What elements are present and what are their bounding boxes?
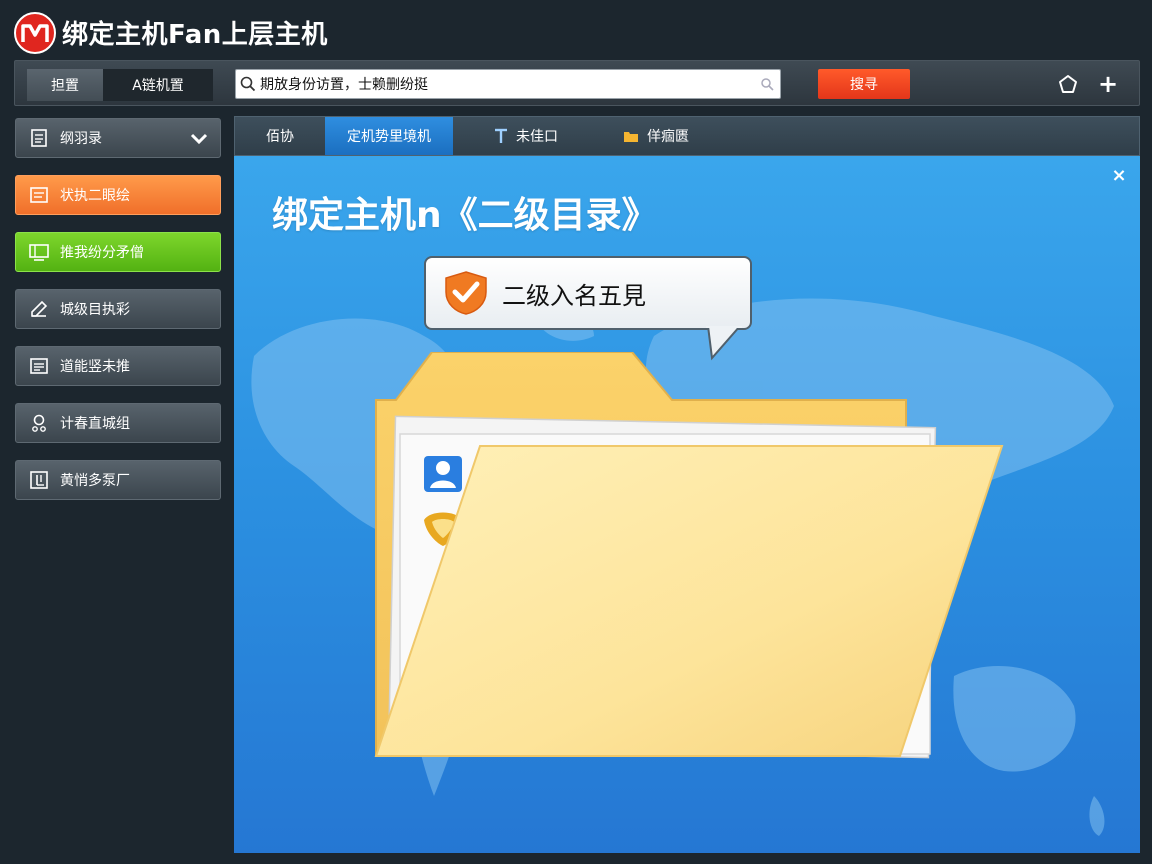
toolbar-tab-1[interactable]: 担置 (27, 69, 103, 101)
sidebar-item-3[interactable]: 推我纷分矛僧 (15, 232, 221, 272)
sidebar-item-label: 状执二眼绘 (60, 188, 130, 204)
toolbar: 担置 A链机置 搜寻 + (14, 60, 1140, 106)
sidebar-item-2[interactable]: 状执二眼绘 (15, 175, 221, 215)
grid-box-icon (28, 469, 50, 491)
tab-label: 定机势里境机 (347, 129, 431, 145)
tab-3[interactable]: 未佳口 (471, 117, 581, 155)
tab-4[interactable]: 佯痼匮 (601, 117, 711, 155)
sidebar-item-label: 纲羽录 (60, 131, 102, 147)
tab-label: 佯痼匮 (647, 129, 689, 145)
text-t-icon (494, 128, 508, 144)
chevron-down-icon[interactable] (190, 129, 208, 151)
tab-label: 佰协 (266, 129, 294, 145)
add-icon[interactable]: + (1095, 70, 1121, 98)
list-box-icon (28, 355, 50, 377)
close-icon[interactable]: × (1108, 164, 1130, 186)
home-icon[interactable] (1055, 71, 1081, 97)
tooltip-bubble: 二级入名五見 (424, 256, 752, 330)
pen-icon (28, 298, 50, 320)
sidebar-item-5[interactable]: 道能竖未推 (15, 346, 221, 386)
search-clear-icon[interactable] (754, 77, 780, 91)
user-icon (424, 456, 462, 492)
bubble-text: 二级入名五見 (502, 281, 646, 310)
folder-small-icon (623, 129, 639, 143)
tab-label: 未佳口 (516, 129, 558, 145)
folder-illustration (374, 352, 1004, 759)
document-icon (28, 127, 50, 149)
app-header: 绑定主机Fan上层主机 (0, 0, 1152, 58)
sidebar-item-label: 黄悄多泵厂 (60, 473, 130, 489)
sidebar-item-label: 计春直城组 (60, 416, 130, 432)
sidebar-item-label: 城级目执彩 (60, 302, 130, 318)
search-input[interactable] (260, 76, 754, 92)
logo-icon (14, 12, 56, 54)
sidebar-item-4[interactable]: 城级目执彩 (15, 289, 221, 329)
content-title: 绑定主机n《二级目录》 (272, 195, 658, 236)
sidebar-item-6[interactable]: 计春直城组 (15, 403, 221, 443)
sidebar-item-7[interactable]: 黄悄多泵厂 (15, 460, 221, 500)
app-title: 绑定主机Fan上层主机 (62, 20, 328, 50)
content-panel: × 绑定主机n《二级目录》 二级入名五見 (234, 156, 1140, 853)
search-icon (236, 76, 260, 92)
text-box-icon (28, 184, 50, 206)
main-tab-bar: 佰协 定机势里境机 未佳口 佯痼匮 (234, 116, 1140, 156)
search-button[interactable]: 搜寻 (818, 69, 910, 99)
tab-1[interactable]: 佰协 (235, 117, 325, 155)
shield-check-icon (445, 271, 487, 315)
user-key-icon (28, 412, 50, 434)
monitor-icon (28, 241, 50, 263)
search-box[interactable] (235, 69, 781, 99)
toolbar-tab-2[interactable]: A链机置 (103, 69, 213, 101)
sidebar-item-directory[interactable]: 纲羽录 (15, 118, 221, 158)
tab-2-active[interactable]: 定机势里境机 (325, 117, 453, 155)
sidebar-item-label: 推我纷分矛僧 (60, 245, 144, 261)
sidebar-item-label: 道能竖未推 (60, 359, 130, 375)
